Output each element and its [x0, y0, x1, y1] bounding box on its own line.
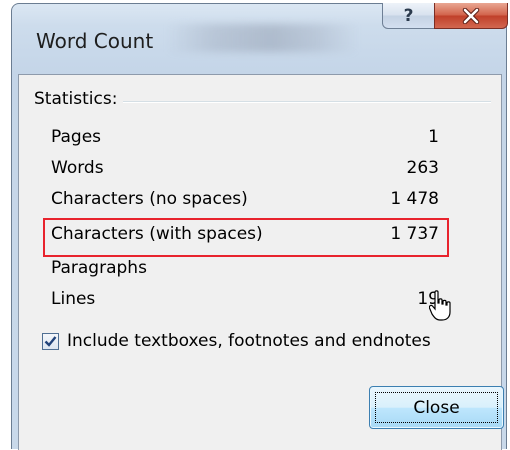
word-count-dialog: Word Count ? Statistics: Pages 1 Words 2…	[11, 3, 508, 450]
stat-row-words: Words 263	[51, 158, 439, 184]
stat-row-paragraphs: Paragraphs	[51, 258, 439, 284]
title-bar[interactable]: Word Count ?	[12, 3, 508, 72]
stat-label: Paragraphs	[51, 258, 147, 278]
stat-value: 1	[428, 127, 439, 147]
window-close-button[interactable]	[434, 3, 508, 29]
stat-label: Pages	[51, 127, 102, 147]
close-button[interactable]: Close	[369, 386, 504, 429]
close-button-label: Close	[375, 392, 498, 423]
stat-value: 263	[406, 158, 439, 178]
checkmark-icon	[44, 336, 57, 347]
statistics-heading: Statistics:	[34, 89, 124, 109]
background-blur	[167, 24, 357, 52]
stat-label: Lines	[51, 289, 96, 309]
stat-row-lines: Lines 19	[51, 289, 439, 315]
dialog-content: Statistics: Pages 1 Words 263 Characters…	[18, 74, 504, 450]
stat-value: 1 478	[390, 189, 439, 209]
highlight-box	[43, 218, 449, 257]
mouse-cursor-icon	[428, 290, 451, 326]
help-icon: ?	[403, 5, 414, 26]
include-textboxes-label: Include textboxes, footnotes and endnote…	[67, 331, 431, 351]
help-button[interactable]: ?	[382, 3, 435, 29]
include-textboxes-checkbox[interactable]	[42, 333, 59, 350]
stat-label: Words	[51, 158, 104, 178]
dialog-title: Word Count	[36, 29, 154, 53]
stat-label: Characters (no spaces)	[51, 189, 248, 209]
stat-row-pages: Pages 1	[51, 127, 439, 153]
close-icon	[462, 7, 480, 24]
stat-row-characters-no-spaces: Characters (no spaces) 1 478	[51, 189, 439, 215]
